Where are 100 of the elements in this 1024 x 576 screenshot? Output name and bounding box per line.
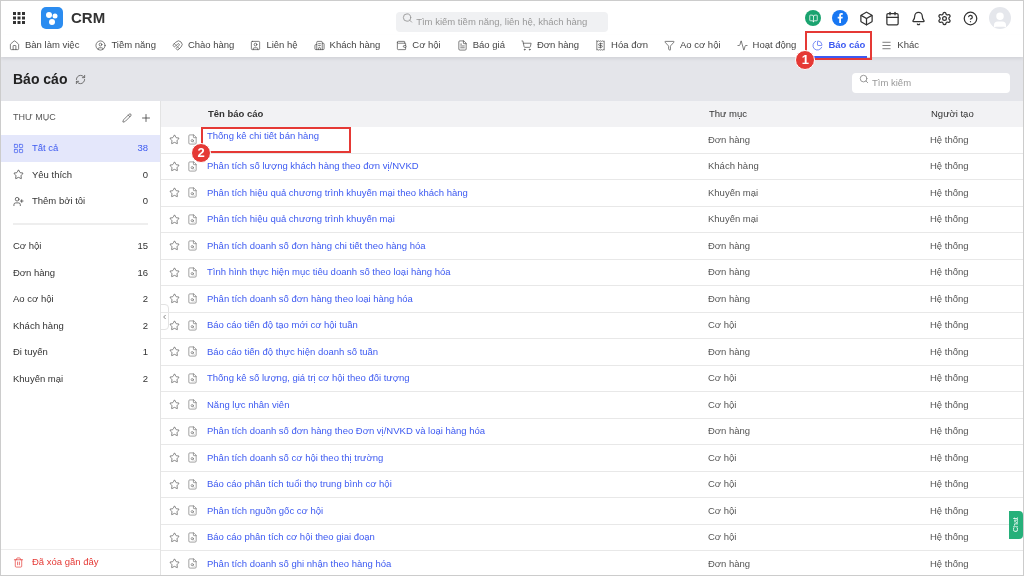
report-preview-icon[interactable] bbox=[187, 293, 198, 305]
nav-tab[interactable]: Đơn hàng bbox=[518, 35, 582, 57]
search-icon bbox=[859, 74, 869, 84]
star-icon[interactable] bbox=[169, 425, 180, 437]
sidebar-filter-item[interactable]: Tất cả 38 bbox=[1, 135, 160, 162]
sidebar-filter-item[interactable]: Thêm bởi tôi 0 bbox=[1, 188, 160, 215]
report-preview-icon[interactable] bbox=[187, 134, 198, 146]
document-icon bbox=[456, 39, 468, 51]
star-icon[interactable] bbox=[169, 558, 180, 570]
star-icon[interactable] bbox=[169, 293, 180, 305]
folder-item[interactable]: Khách hàng 2 bbox=[1, 312, 160, 340]
settings-icon[interactable] bbox=[937, 10, 952, 26]
collapse-handle[interactable] bbox=[160, 304, 169, 330]
report-name-link[interactable]: Phân tích hiệu quả chương trình khuyến mại theo khách hàng bbox=[207, 185, 468, 200]
report-preview-icon[interactable] bbox=[187, 558, 198, 570]
box-icon[interactable] bbox=[859, 10, 874, 26]
report-preview-icon[interactable] bbox=[187, 425, 198, 437]
recently-deleted-link[interactable]: Đã xóa gần đây bbox=[32, 555, 99, 570]
star-icon[interactable] bbox=[169, 346, 180, 358]
report-name-link[interactable]: Phân tích doanh số cơ hội theo thị trường bbox=[207, 450, 384, 465]
report-name-link[interactable]: Thống kê số lượng, giá trị cơ hội theo đối tượng bbox=[207, 371, 410, 386]
star-icon[interactable] bbox=[169, 452, 180, 464]
star-icon[interactable] bbox=[169, 266, 180, 278]
refresh-icon[interactable] bbox=[75, 73, 87, 85]
report-preview-icon[interactable] bbox=[187, 372, 198, 384]
report-name-link[interactable]: Báo cáo tiến độ thực hiện doanh số tuần bbox=[207, 344, 379, 359]
trash-icon[interactable] bbox=[13, 557, 24, 568]
star-icon[interactable] bbox=[169, 399, 180, 411]
report-preview-icon[interactable] bbox=[187, 346, 198, 358]
folder-item[interactable]: Cơ hội 15 bbox=[1, 232, 160, 260]
report-name-link[interactable]: Phân tích doanh số ghi nhận theo hàng hóa bbox=[207, 556, 392, 571]
report-name-link[interactable]: Phân tích doanh số đơn hàng theo loại hàng hóa bbox=[207, 291, 413, 306]
report-preview-icon[interactable] bbox=[187, 187, 198, 199]
creator-cell: Hệ thống bbox=[930, 397, 969, 412]
report-name-link[interactable]: Phân tích nguồn gốc cơ hội bbox=[207, 503, 324, 518]
folder-label: Đi tuyến bbox=[13, 345, 48, 360]
book-icon[interactable] bbox=[805, 10, 821, 26]
help-icon[interactable] bbox=[963, 10, 978, 26]
report-name-link[interactable]: Báo cáo phân tích cơ hội theo giai đoạn bbox=[207, 530, 375, 545]
report-name-link[interactable]: Phân tích doanh số đơn hàng theo Đơn vị/NVKD và loại hàng hóa bbox=[207, 424, 486, 439]
folder-count: 16 bbox=[137, 265, 148, 280]
sidebar-heading: THƯ MỤC bbox=[13, 111, 56, 125]
nav-tab[interactable]: Ao cơ hội bbox=[662, 35, 723, 57]
star-icon[interactable] bbox=[169, 478, 180, 490]
calendar-icon[interactable] bbox=[885, 10, 900, 26]
folder-item[interactable]: Ao cơ hội 2 bbox=[1, 285, 160, 313]
facebook-icon[interactable] bbox=[832, 10, 848, 26]
folder-item[interactable]: Khuyến mại 2 bbox=[1, 365, 160, 393]
column-header: Thư mục bbox=[709, 106, 749, 121]
report-preview-icon[interactable] bbox=[187, 266, 198, 278]
report-search-field[interactable]: Tìm kiếm bbox=[852, 72, 1010, 93]
star-icon[interactable] bbox=[169, 505, 180, 517]
nav-tab[interactable]: Cơ hội bbox=[394, 35, 443, 57]
add-icon[interactable] bbox=[140, 112, 152, 124]
search-icon bbox=[402, 12, 414, 24]
star-icon[interactable] bbox=[169, 213, 180, 225]
star-icon[interactable] bbox=[169, 531, 180, 543]
report-name-link[interactable]: Năng lực nhân viên bbox=[207, 397, 290, 412]
report-preview-icon[interactable] bbox=[187, 240, 198, 252]
star-icon[interactable] bbox=[169, 134, 180, 146]
report-preview-icon[interactable] bbox=[187, 478, 198, 490]
nav-tab[interactable]: Chào hàng bbox=[169, 35, 237, 57]
app-name: CRM bbox=[71, 7, 106, 28]
creator-cell: Hệ thống bbox=[930, 556, 969, 571]
nav-tab[interactable]: Bàn làm việc bbox=[7, 35, 82, 57]
report-preview-icon[interactable] bbox=[187, 531, 198, 543]
star-icon[interactable] bbox=[169, 240, 180, 252]
nav-tab[interactable]: Hóa đơn bbox=[593, 35, 650, 57]
bell-icon[interactable] bbox=[911, 10, 926, 26]
page-title: Báo cáo bbox=[13, 69, 68, 89]
star-icon[interactable] bbox=[169, 187, 180, 199]
folder-cell-text: Cơ hội bbox=[708, 477, 738, 492]
report-name-link[interactable]: Tình hình thực hiện mục tiêu doanh số theo loại hàng hóa bbox=[207, 265, 451, 280]
folder-item[interactable]: Đơn hàng 16 bbox=[1, 259, 160, 286]
nav-tab[interactable]: Báo giá bbox=[454, 35, 507, 57]
report-preview-icon[interactable] bbox=[187, 452, 198, 464]
report-preview-icon[interactable] bbox=[187, 399, 198, 411]
report-name-link[interactable]: Phân tích doanh số đơn hàng chi tiết theo hàng hóa bbox=[207, 238, 426, 253]
star-icon[interactable] bbox=[169, 319, 180, 331]
report-name-link[interactable]: Báo cáo phân tích tuổi thọ trung bình cơ hội bbox=[207, 477, 392, 492]
edit-icon[interactable] bbox=[122, 113, 132, 123]
report-preview-icon[interactable] bbox=[187, 319, 198, 331]
filter-count: 38 bbox=[137, 141, 148, 156]
folder-cell-text: Cơ hội bbox=[708, 503, 738, 518]
star-icon[interactable] bbox=[169, 372, 180, 384]
nav-tab[interactable]: Tiềm năng bbox=[93, 35, 158, 57]
report-preview-icon[interactable] bbox=[187, 160, 198, 172]
nav-tab[interactable]: Khác bbox=[879, 35, 921, 57]
report-name-link[interactable]: Báo cáo tiến độ tạo mới cơ hội tuần bbox=[207, 318, 358, 333]
report-preview-icon[interactable] bbox=[187, 213, 198, 225]
nav-tab[interactable]: Liên hệ bbox=[248, 35, 300, 57]
creator-cell: Hệ thống bbox=[930, 291, 969, 306]
folder-item[interactable]: Đi tuyến 1 bbox=[1, 339, 160, 366]
global-search-field[interactable]: Tìm kiếm tiềm năng, liên hệ, khách hàng bbox=[396, 11, 609, 32]
sidebar-filter-item[interactable]: Yêu thích 0 bbox=[1, 161, 160, 189]
nav-tab[interactable]: Khách hàng bbox=[311, 35, 383, 57]
report-preview-icon[interactable] bbox=[187, 505, 198, 517]
report-name-link[interactable]: Phân tích hiệu quả chương trình khuyến mại bbox=[207, 212, 395, 227]
star-icon[interactable] bbox=[169, 160, 180, 172]
app-grid-icon[interactable] bbox=[13, 12, 25, 24]
